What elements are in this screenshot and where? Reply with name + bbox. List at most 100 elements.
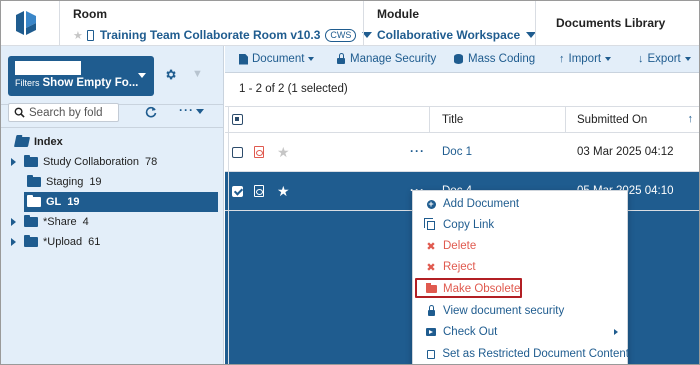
menu-item-check-out[interactable]: Check Out [413,322,629,342]
header-divider [363,1,364,45]
header-divider [535,1,536,45]
menu-item-add-document[interactable]: + Add Document [413,194,629,214]
filters-label: Filters [15,78,40,88]
submitted-on: 03 Mar 2025 04:12 [577,146,674,158]
gear-icon[interactable] [164,68,177,81]
folder-sidebar: View byIndex FiltersShow Empty Fo... ▼ ·… [1,46,224,364]
column-divider [429,107,430,133]
menu-item-set-restricted[interactable]: Set as Restricted Document Content [413,344,629,364]
search-icon [14,107,25,118]
restricted-icon [426,349,435,359]
header-divider [59,1,60,45]
mass-coding-button[interactable]: Mass Coding [454,53,535,65]
folder-icon [24,215,38,227]
document-icon [239,53,248,65]
room-name: Training Team Collaborate Room v10.3 [99,28,321,42]
import-menu-button[interactable]: ↑ Import [559,53,612,65]
column-header-submitted-on[interactable]: Submitted On [577,114,647,126]
filters-value: Show Empty Fo... [42,77,139,89]
view-by-dropdown[interactable]: View by Index Filters Show Empty Fo... [8,56,154,96]
tree-node-index[interactable]: Index [1,132,223,152]
select-all-checkbox[interactable] [232,114,243,125]
row-checkbox[interactable] [232,147,243,158]
module-selector: Module Collaborative Workspace [377,7,537,42]
tree-node-upload[interactable]: *Upload 61 [1,232,223,252]
column-divider [228,107,229,364]
view-by-label: View by [15,64,47,74]
menu-item-label: Delete [443,240,477,252]
tree-node-share[interactable]: *Share 4 [1,212,223,232]
more-options-button[interactable]: ··· [179,103,204,117]
doc-title-link[interactable]: Doc 1 [442,146,472,158]
arrow-down-icon: ↓ [638,53,644,65]
menu-item-copy-link[interactable]: Copy Link [413,215,629,235]
page-title: Documents Library [556,16,666,30]
row-checkbox-checked[interactable] [232,186,243,197]
copy-icon [424,217,435,230]
tree-node-staging[interactable]: Staging 19 [1,172,223,192]
menu-item-label: Copy Link [443,219,495,231]
search-input[interactable] [29,105,117,120]
app-logo-icon[interactable] [13,9,39,37]
tree-node-label: Index [34,136,63,148]
toolbar-label: Import [568,53,602,65]
tree-node-label: Study Collaboration [43,156,140,168]
checkout-icon [426,328,436,336]
menu-item-label: Set as Restricted Document Content [442,348,629,360]
folder-icon [27,195,41,207]
module-dropdown[interactable]: Collaborative Workspace [377,28,537,42]
module-label: Module [377,7,419,21]
view-by-value: Index [49,61,81,75]
menu-item-reject[interactable]: ✖ Reject [413,257,629,277]
tree-node-label: *Upload [43,236,83,248]
add-circle-icon: + [426,198,436,209]
menu-item-label: Reject [443,261,476,273]
chevron-down-icon [138,73,146,78]
tree-node-gl[interactable]: GL 19 [24,192,218,212]
arrow-up-icon: ↑ [559,53,565,65]
folder-icon [27,175,41,187]
room-type-badge: CWS [325,28,357,42]
star-icon[interactable]: ★ [277,184,290,198]
menu-item-label: Check Out [443,326,498,338]
export-menu-button[interactable]: ↓ Export [638,53,691,65]
table-header: Title Submitted On ↑ [225,107,699,133]
tree-node-count: 19 [89,176,102,188]
tree-node-count: 19 [67,196,80,208]
chevron-right-icon [614,329,618,335]
module-name: Collaborative Workspace [377,28,521,42]
pdf-icon [254,185,264,197]
tree-node-study-collaboration[interactable]: Study Collaboration 78 [1,152,223,172]
manage-security-button[interactable]: Manage Security [337,52,437,65]
chevron-right-icon[interactable] [11,158,16,166]
toolbar-label: Export [647,53,681,65]
chevron-right-icon[interactable] [11,238,16,246]
menu-item-view-document-security[interactable]: View document security [413,301,629,321]
pin-icon[interactable]: ▼ [192,68,203,80]
toolbar-label: Manage Security [350,53,437,65]
chevron-down-icon [196,109,204,114]
x-icon: ✖ [426,261,436,274]
chevron-down-icon [308,57,315,61]
column-header-title[interactable]: Title [442,114,463,126]
table-row[interactable]: ★ ··· Doc 1 03 Mar 2025 04:12 [225,133,699,172]
tree-node-count: 78 [145,156,158,168]
tree-node-label: GL [46,196,62,208]
favorite-star-icon[interactable]: ★ [73,29,83,42]
app-window: Room ★ Training Team Collaborate Room v1… [0,0,700,365]
tree-node-label: Staging [46,176,84,188]
database-icon [454,54,463,64]
toolbar-label: Document [252,53,305,65]
room-dropdown[interactable]: ★ Training Team Collaborate Room v10.3 C… [73,28,373,42]
sort-ascending-icon[interactable]: ↑ [688,113,694,125]
pdf-icon [254,146,264,158]
chevron-right-icon[interactable] [11,218,16,226]
row-actions-button[interactable]: ··· [410,144,425,158]
refresh-icon[interactable] [145,106,157,118]
menu-item-delete[interactable]: ✖ Delete [413,236,629,256]
document-menu-button[interactable]: Document [239,53,315,65]
more-label: ··· [179,103,194,117]
star-icon[interactable]: ★ [277,145,290,159]
document-toolbar: Document Manage Security Mass Coding ↑ I… [225,46,699,73]
toolbar-label: Mass Coding [468,53,536,65]
